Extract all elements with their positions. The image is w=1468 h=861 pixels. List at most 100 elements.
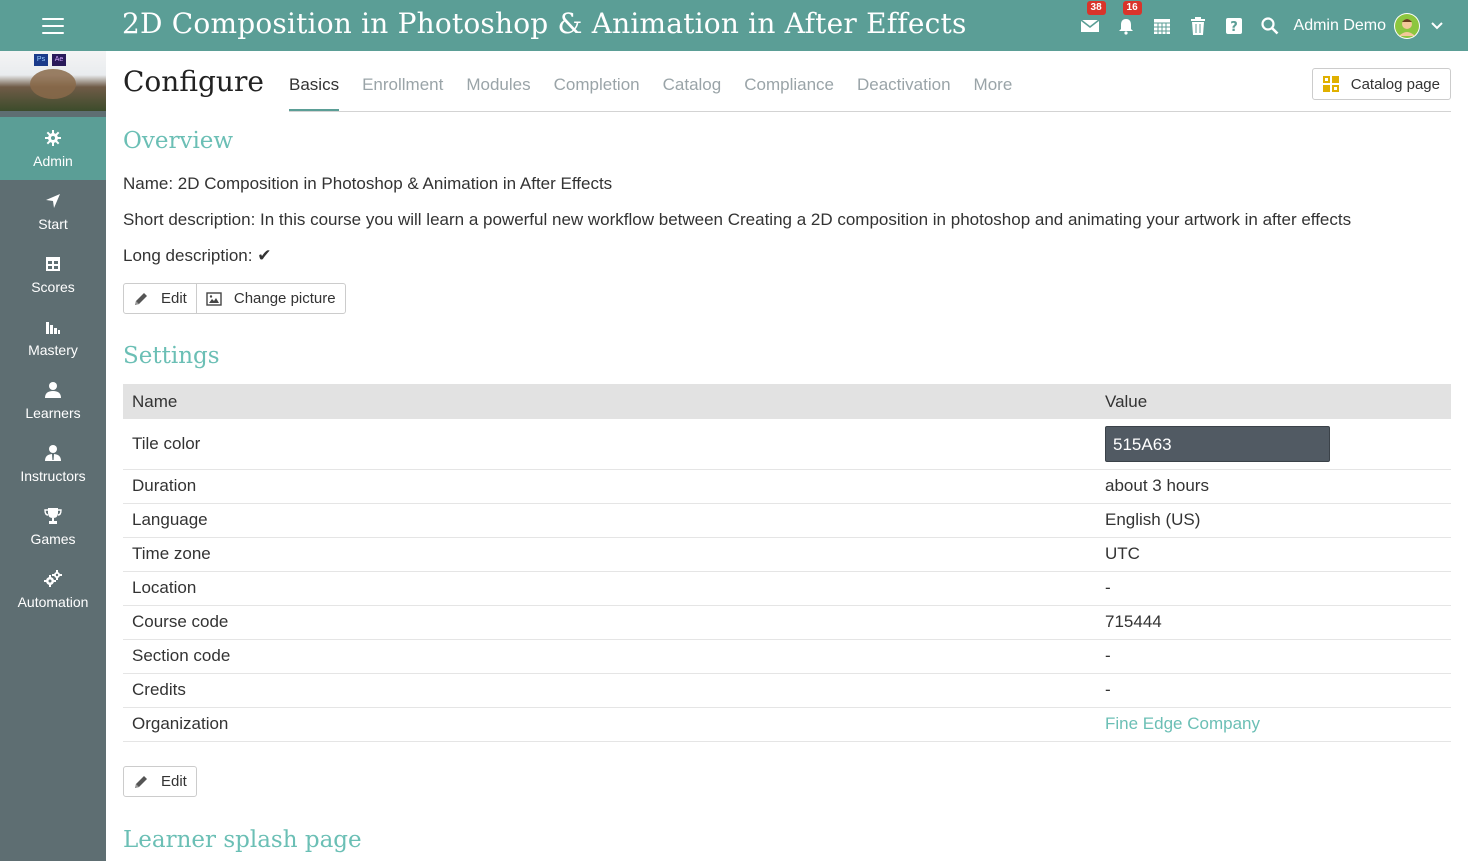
top-bar: 2D Composition in Photoshop & Animation … (0, 0, 1468, 51)
table-row: Duration about 3 hours (123, 469, 1451, 504)
course-thumbnail: Ps Ae (0, 51, 106, 111)
chevron-down-icon[interactable] (1430, 19, 1444, 33)
table-row: Credits - (123, 673, 1451, 708)
edit-button[interactable]: Edit (124, 284, 196, 313)
setting-value: about 3 hours (1096, 469, 1451, 504)
table-row: Location - (123, 571, 1451, 606)
overview-long-description: Long description: ✔ (123, 246, 271, 266)
change-picture-button[interactable]: Change picture (195, 284, 345, 313)
course-title: 2D Composition in Photoshop & Animation … (122, 7, 967, 40)
calendar-button[interactable] (1150, 14, 1174, 38)
setting-value: - (1096, 571, 1451, 606)
setting-value: Fine Edge Company (1096, 707, 1451, 742)
sidebar-item-games[interactable]: Games (0, 495, 106, 558)
tab-catalog[interactable]: Catalog (663, 51, 722, 112)
checkmark-icon: ✔ (257, 246, 272, 265)
gear-icon (44, 129, 62, 147)
setting-value: 715444 (1096, 605, 1451, 640)
tab-enrollment[interactable]: Enrollment (362, 51, 443, 112)
table-row: Section code - (123, 639, 1451, 674)
setting-value: - (1096, 673, 1451, 708)
side-nav: Admin Start Scores Mastery Learners Inst… (0, 117, 106, 621)
setting-name: Course code (123, 605, 1096, 640)
sidebar-item-label: Instructors (20, 467, 86, 484)
notifications-button[interactable]: 16 (1114, 0, 1142, 38)
edit-label: Edit (161, 290, 187, 307)
setting-name: Duration (123, 469, 1096, 504)
tab-bar: Basics Enrollment Modules Completion Cat… (289, 51, 1035, 112)
column-header-name: Name (123, 384, 1096, 419)
overview-short-description: Short description: In this course you wi… (123, 210, 1352, 229)
bar-chart-icon (44, 318, 62, 336)
change-picture-label: Change picture (233, 290, 336, 307)
messages-badge: 38 (1086, 0, 1106, 15)
edit-label: Edit (161, 773, 187, 790)
sidebar-item-mastery[interactable]: Mastery (0, 306, 106, 369)
tabs-divider (289, 111, 1451, 112)
sidebar-item-admin[interactable]: Admin (0, 117, 106, 180)
pencil-icon (135, 775, 147, 788)
instructor-icon (44, 444, 62, 462)
trash-button[interactable] (1186, 14, 1210, 38)
gears-icon (44, 569, 62, 588)
setting-value: 515A63 (1096, 419, 1451, 470)
table-row: Language English (US) (123, 503, 1451, 538)
overview-name: Name: 2D Composition in Photoshop & Anim… (123, 174, 613, 193)
setting-name: Tile color (123, 419, 1096, 470)
sidebar-item-automation[interactable]: Automation (0, 558, 106, 621)
help-button[interactable]: ? (1222, 14, 1246, 38)
svg-text:?: ? (1230, 20, 1238, 35)
main-content: Configure Basics Enrollment Modules Comp… (123, 51, 1451, 861)
envelope-icon (1080, 18, 1100, 32)
sidebar-item-label: Learners (25, 404, 81, 421)
bell-icon (1118, 18, 1133, 35)
settings-actions: Edit (123, 766, 197, 797)
overview-heading: Overview (123, 128, 234, 154)
photoshop-logo: Ps (34, 54, 48, 66)
setting-value: - (1096, 639, 1451, 674)
setting-value: English (US) (1096, 503, 1451, 538)
notifications-badge: 16 (1122, 0, 1142, 15)
settings-heading: Settings (123, 343, 220, 369)
tab-basics[interactable]: Basics (289, 51, 340, 112)
tab-modules[interactable]: Modules (466, 51, 530, 112)
sidebar-item-label: Admin (33, 152, 73, 169)
search-button[interactable] (1258, 14, 1282, 38)
sidebar-item-start[interactable]: Start (0, 180, 106, 243)
table-row: Tile color 515A63 (123, 419, 1451, 470)
trophy-icon (44, 507, 62, 525)
search-icon (1260, 16, 1278, 34)
sidebar-item-learners[interactable]: Learners (0, 369, 106, 432)
table-row: Organization Fine Edge Company (123, 707, 1451, 742)
user-name[interactable]: Admin Demo (1294, 17, 1386, 35)
column-header-value: Value (1096, 384, 1451, 419)
tile-color-swatch[interactable]: 515A63 (1105, 425, 1330, 462)
setting-name: Location (123, 571, 1096, 606)
organization-link[interactable]: Fine Edge Company (1105, 714, 1260, 733)
tab-compliance[interactable]: Compliance (744, 51, 834, 112)
pencil-icon (135, 292, 147, 305)
tab-completion[interactable]: Completion (554, 51, 640, 112)
top-icons: 38 16 ? Admin Demo (1066, 0, 1444, 51)
thumbnail-art (30, 69, 76, 99)
sidebar-item-instructors[interactable]: Instructors (0, 432, 106, 495)
hamburger-icon (42, 17, 64, 34)
table-header-row: Name Value (123, 384, 1451, 419)
catalog-grid-icon (1322, 76, 1339, 92)
sidebar-item-label: Scores (31, 278, 75, 295)
learner-splash-heading: Learner splash page (123, 827, 362, 853)
avatar[interactable] (1394, 12, 1420, 39)
long-description-label: Long description: (123, 246, 253, 265)
messages-button[interactable]: 38 (1078, 0, 1106, 38)
settings-edit-button[interactable]: Edit (124, 767, 196, 796)
menu-toggle-button[interactable] (0, 0, 106, 51)
tab-more[interactable]: More (974, 51, 1013, 112)
setting-value: UTC (1096, 537, 1451, 572)
catalog-page-button[interactable]: Catalog page (1311, 68, 1451, 100)
sidebar-item-scores[interactable]: Scores (0, 243, 106, 306)
setting-name: Language (123, 503, 1096, 538)
trash-icon (1190, 16, 1205, 35)
catalog-page-label: Catalog page (1350, 75, 1440, 93)
tab-deactivation[interactable]: Deactivation (857, 51, 951, 112)
user-icon (44, 381, 62, 399)
